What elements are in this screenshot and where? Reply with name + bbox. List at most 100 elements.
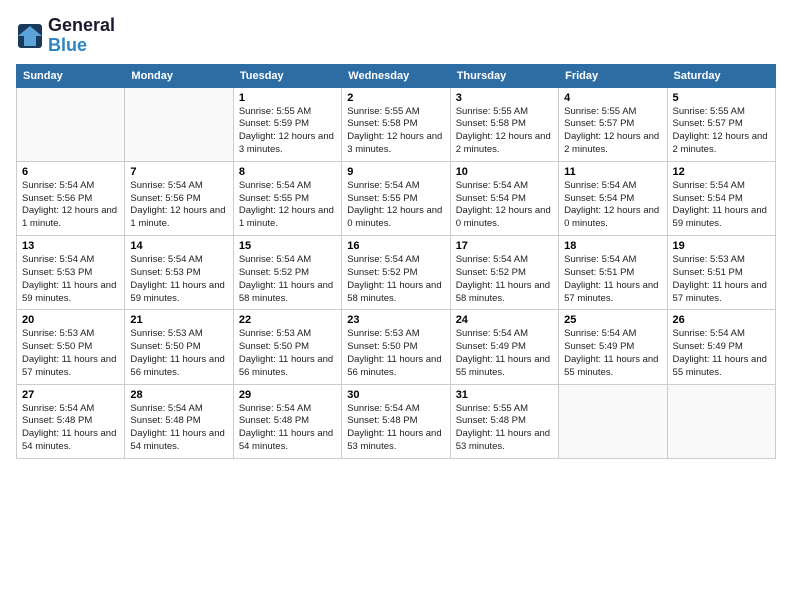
calendar-cell: 4 Sunrise: 5:55 AM Sunset: 5:57 PM Daylig… [559, 87, 667, 161]
weekday-header: Sunday [17, 64, 125, 87]
day-number: 3 [456, 92, 553, 104]
logo: General Blue [16, 16, 115, 56]
day-number: 20 [22, 314, 119, 326]
calendar-week-row: 1 Sunrise: 5:55 AM Sunset: 5:59 PM Daylig… [17, 87, 776, 161]
weekday-header: Wednesday [342, 64, 450, 87]
day-info: Sunrise: 5:54 AM Sunset: 5:49 PM Dayligh… [564, 328, 661, 379]
day-number: 26 [673, 314, 770, 326]
calendar-cell: 6Sunrise: 5:54 AM Sunset: 5:56 PM Daylig… [17, 161, 125, 235]
day-number: 9 [347, 166, 444, 178]
day-info: Sunrise: 5:54 AM Sunset: 5:54 PM Dayligh… [456, 180, 553, 231]
day-info: Sunrise: 5:53 AM Sunset: 5:50 PM Dayligh… [347, 328, 444, 379]
calendar-cell [667, 384, 775, 458]
calendar-cell [17, 87, 125, 161]
day-number: 28 [130, 389, 227, 401]
day-number: 15 [239, 240, 336, 252]
day-info: Sunrise: 5:54 AM Sunset: 5:51 PM Dayligh… [564, 254, 661, 305]
day-number: 12 [673, 166, 770, 178]
calendar-cell: 12 Sunrise: 5:54 AM Sunset: 5:54 PM Dayli… [667, 161, 775, 235]
calendar-cell: 30Sunrise: 5:54 AM Sunset: 5:48 PM Dayli… [342, 384, 450, 458]
day-info: Sunrise: 5:55 AM Sunset: 5:58 PM Dayligh… [456, 106, 553, 157]
calendar-cell: 27 Sunrise: 5:54 AM Sunset: 5:48 PM Dayli… [17, 384, 125, 458]
page-header: General Blue [16, 16, 776, 56]
calendar-cell: 1 Sunrise: 5:55 AM Sunset: 5:59 PM Daylig… [233, 87, 341, 161]
day-info: Sunrise: 5:54 AM Sunset: 5:54 PM Dayligh… [564, 180, 661, 231]
calendar-week-row: 6Sunrise: 5:54 AM Sunset: 5:56 PM Daylig… [17, 161, 776, 235]
day-number: 7 [130, 166, 227, 178]
day-number: 29 [239, 389, 336, 401]
calendar-cell [559, 384, 667, 458]
calendar-cell: 2Sunrise: 5:55 AM Sunset: 5:58 PM Daylig… [342, 87, 450, 161]
calendar-cell: 11Sunrise: 5:54 AM Sunset: 5:54 PM Dayli… [559, 161, 667, 235]
day-number: 5 [673, 92, 770, 104]
calendar-week-row: 27 Sunrise: 5:54 AM Sunset: 5:48 PM Dayli… [17, 384, 776, 458]
calendar-cell: 8Sunrise: 5:54 AM Sunset: 5:55 PM Daylig… [233, 161, 341, 235]
logo-icon [16, 22, 44, 50]
day-info: Sunrise: 5:53 AM Sunset: 5:50 PM Dayligh… [130, 328, 227, 379]
calendar-cell [125, 87, 233, 161]
day-number: 13 [22, 240, 119, 252]
day-info: Sunrise: 5:55 AM Sunset: 5:59 PM Dayligh… [239, 106, 336, 157]
calendar-cell: 23 Sunrise: 5:53 AM Sunset: 5:50 PM Dayli… [342, 310, 450, 384]
calendar-cell: 15Sunrise: 5:54 AM Sunset: 5:52 PM Dayli… [233, 236, 341, 310]
day-info: Sunrise: 5:54 AM Sunset: 5:52 PM Dayligh… [347, 254, 444, 305]
day-info: Sunrise: 5:55 AM Sunset: 5:48 PM Dayligh… [456, 403, 553, 454]
calendar-week-row: 20 Sunrise: 5:53 AM Sunset: 5:50 PM Dayli… [17, 310, 776, 384]
day-info: Sunrise: 5:53 AM Sunset: 5:51 PM Dayligh… [673, 254, 770, 305]
day-number: 21 [130, 314, 227, 326]
day-number: 27 [22, 389, 119, 401]
calendar-cell: 20 Sunrise: 5:53 AM Sunset: 5:50 PM Dayli… [17, 310, 125, 384]
day-number: 14 [130, 240, 227, 252]
calendar-cell: 13 Sunrise: 5:54 AM Sunset: 5:53 PM Dayli… [17, 236, 125, 310]
calendar-cell: 29 Sunrise: 5:54 AM Sunset: 5:48 PM Dayli… [233, 384, 341, 458]
day-info: Sunrise: 5:54 AM Sunset: 5:48 PM Dayligh… [22, 403, 119, 454]
day-info: Sunrise: 5:54 AM Sunset: 5:56 PM Dayligh… [130, 180, 227, 231]
calendar-cell: 18Sunrise: 5:54 AM Sunset: 5:51 PM Dayli… [559, 236, 667, 310]
day-number: 22 [239, 314, 336, 326]
day-number: 31 [456, 389, 553, 401]
day-info: Sunrise: 5:53 AM Sunset: 5:50 PM Dayligh… [22, 328, 119, 379]
weekday-header: Monday [125, 64, 233, 87]
calendar-cell: 26 Sunrise: 5:54 AM Sunset: 5:49 PM Dayli… [667, 310, 775, 384]
day-info: Sunrise: 5:55 AM Sunset: 5:57 PM Dayligh… [564, 106, 661, 157]
calendar-cell: 24 Sunrise: 5:54 AM Sunset: 5:49 PM Dayli… [450, 310, 558, 384]
day-number: 25 [564, 314, 661, 326]
day-info: Sunrise: 5:54 AM Sunset: 5:48 PM Dayligh… [239, 403, 336, 454]
day-info: Sunrise: 5:54 AM Sunset: 5:52 PM Dayligh… [456, 254, 553, 305]
calendar-cell: 7 Sunrise: 5:54 AM Sunset: 5:56 PM Daylig… [125, 161, 233, 235]
day-info: Sunrise: 5:54 AM Sunset: 5:55 PM Dayligh… [347, 180, 444, 231]
calendar-table: SundayMondayTuesdayWednesdayThursdayFrid… [16, 64, 776, 459]
calendar-cell: 3 Sunrise: 5:55 AM Sunset: 5:58 PM Daylig… [450, 87, 558, 161]
day-number: 17 [456, 240, 553, 252]
day-number: 23 [347, 314, 444, 326]
day-info: Sunrise: 5:54 AM Sunset: 5:48 PM Dayligh… [347, 403, 444, 454]
day-number: 24 [456, 314, 553, 326]
weekday-header: Tuesday [233, 64, 341, 87]
calendar-cell: 5 Sunrise: 5:55 AM Sunset: 5:57 PM Daylig… [667, 87, 775, 161]
calendar-cell: 22Sunrise: 5:53 AM Sunset: 5:50 PM Dayli… [233, 310, 341, 384]
day-number: 1 [239, 92, 336, 104]
weekday-header: Thursday [450, 64, 558, 87]
day-number: 16 [347, 240, 444, 252]
day-info: Sunrise: 5:54 AM Sunset: 5:55 PM Dayligh… [239, 180, 336, 231]
day-number: 19 [673, 240, 770, 252]
calendar-cell: 21 Sunrise: 5:53 AM Sunset: 5:50 PM Dayli… [125, 310, 233, 384]
day-number: 4 [564, 92, 661, 104]
calendar-cell: 28 Sunrise: 5:54 AM Sunset: 5:48 PM Dayli… [125, 384, 233, 458]
calendar-cell: 10Sunrise: 5:54 AM Sunset: 5:54 PM Dayli… [450, 161, 558, 235]
calendar-cell: 31 Sunrise: 5:55 AM Sunset: 5:48 PM Dayli… [450, 384, 558, 458]
weekday-header: Saturday [667, 64, 775, 87]
day-info: Sunrise: 5:54 AM Sunset: 5:53 PM Dayligh… [130, 254, 227, 305]
day-info: Sunrise: 5:55 AM Sunset: 5:57 PM Dayligh… [673, 106, 770, 157]
day-info: Sunrise: 5:54 AM Sunset: 5:54 PM Dayligh… [673, 180, 770, 231]
day-info: Sunrise: 5:54 AM Sunset: 5:56 PM Dayligh… [22, 180, 119, 231]
weekday-header: Friday [559, 64, 667, 87]
calendar-cell: 16 Sunrise: 5:54 AM Sunset: 5:52 PM Dayli… [342, 236, 450, 310]
day-info: Sunrise: 5:54 AM Sunset: 5:49 PM Dayligh… [673, 328, 770, 379]
day-info: Sunrise: 5:54 AM Sunset: 5:53 PM Dayligh… [22, 254, 119, 305]
day-info: Sunrise: 5:54 AM Sunset: 5:48 PM Dayligh… [130, 403, 227, 454]
logo-text: General Blue [48, 16, 115, 56]
calendar-cell: 9 Sunrise: 5:54 AM Sunset: 5:55 PM Daylig… [342, 161, 450, 235]
day-info: Sunrise: 5:54 AM Sunset: 5:49 PM Dayligh… [456, 328, 553, 379]
calendar-cell: 14 Sunrise: 5:54 AM Sunset: 5:53 PM Dayli… [125, 236, 233, 310]
